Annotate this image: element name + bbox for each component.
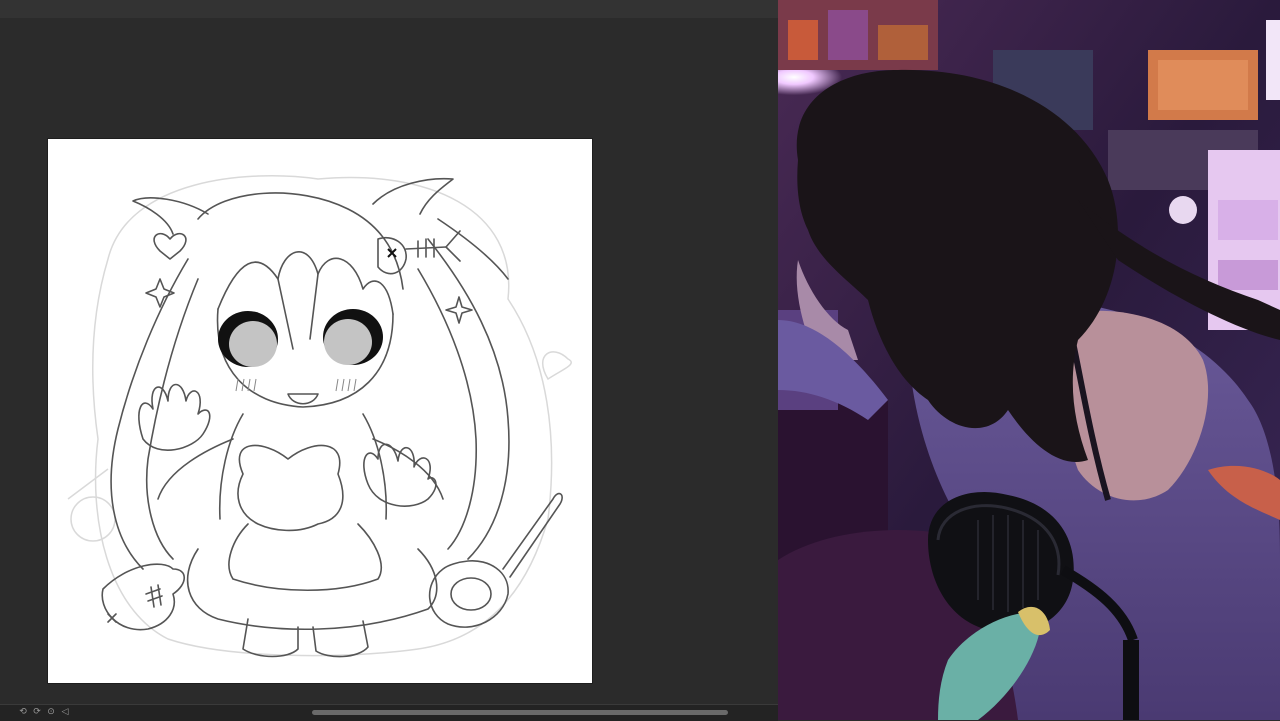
rotate-left-icon[interactable]: ⟲ — [18, 707, 28, 717]
bottom-toolbar: ⟲ ⟳ ⊙ ◁ — [0, 704, 778, 721]
webcam-feed — [778, 0, 1280, 720]
horizontal-scrollbar[interactable] — [312, 710, 728, 715]
reset-rotation-icon[interactable]: ⊙ — [46, 707, 56, 717]
rotate-right-icon[interactable]: ⟳ — [32, 707, 42, 717]
drawing-app: ⟲ ⟳ ⊙ ◁ — [0, 0, 778, 721]
app-top-strip — [0, 0, 778, 18]
flip-icon[interactable]: ◁ — [60, 707, 70, 717]
lineart-drawing — [67, 175, 572, 658]
drawing-canvas[interactable] — [48, 139, 592, 683]
webcam-image — [778, 0, 1280, 720]
